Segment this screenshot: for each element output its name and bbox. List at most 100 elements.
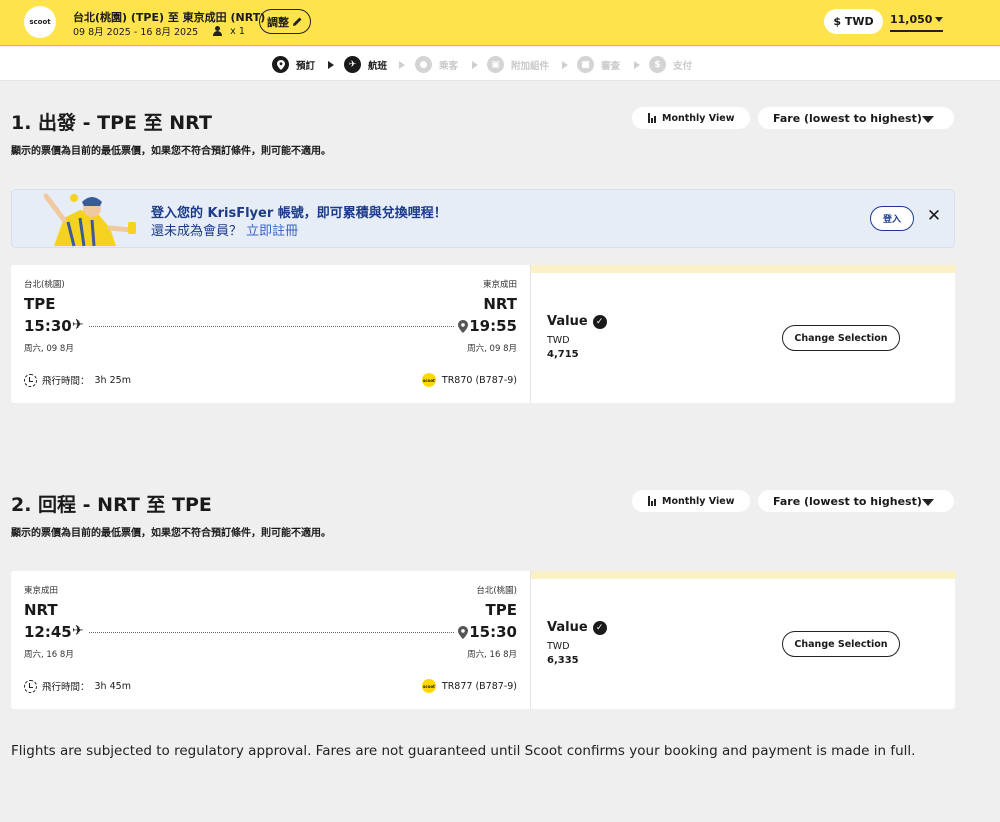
return-flight-card: 東京成田 台北(桃園) NRT TPE 12:45 15:30 ✈ 周六, 16… [11,571,956,709]
arrival-city: 東京成田 [482,280,517,290]
krisflyer-promo-text: 登入您的 KrisFlyer 帳號，即可累積與兌換哩程！ [151,206,447,221]
arrival-date: 周六, 09 8月 [467,344,517,354]
krisflyer-banner: 登入您的 KrisFlyer 帳號，即可累積與兌換哩程！ 還未成為會員？ 立即註… [11,189,955,248]
outbound-flight-card: 台北(桃園) 東京成田 TPE NRT 15:30 19:55 ✈ 周六, 09… [11,265,956,403]
step-arrow-icon [328,61,334,69]
pencil-icon [293,17,302,26]
total-price-dropdown[interactable]: 11,050 [890,13,943,32]
departure-city: 台北(桃園) [24,280,65,290]
fare-type: Value ✓ [547,620,607,635]
bar-chart-icon [648,113,656,123]
bar-chart-icon [648,496,656,506]
fare-sort-dropdown[interactable]: Fare (lowest to highest) [758,490,954,512]
departure-time: 15:30 [24,317,72,335]
clock-icon [24,679,37,693]
fare-strip [531,571,956,579]
check-circle-icon: ✓ [592,314,607,329]
plane-icon: ✈ [72,317,84,333]
departure-date: 周六, 09 8月 [24,344,74,354]
change-selection-button[interactable]: Change Selection [782,631,900,657]
flight-number-text: TR877 (B787-9) [441,680,517,692]
flight-duration: 飛行時間： 3h 25m [24,373,131,387]
fare-currency: TWD [547,641,570,652]
adjust-button[interactable]: 調整 [259,9,311,34]
route-line [89,632,454,633]
step-label: 附加組件 [511,60,550,72]
fare-sort-dropdown[interactable]: Fare (lowest to highest) [758,107,954,129]
flight-duration: 飛行時間： 3h 45m [24,679,131,693]
flight-details: 台北(桃園) 東京成田 TPE NRT 15:30 19:55 ✈ 周六, 09… [11,265,530,403]
departure-code: NRT [24,601,58,619]
change-selection-button[interactable]: Change Selection [782,325,900,351]
trip-dates: 09 8月 2025 - 16 8月 2025 [73,27,199,38]
return-title: 2. 回程 - NRT 至 TPE [11,494,212,516]
arrival-city: 台北(桃園) [476,586,517,596]
chevron-down-icon [922,498,934,506]
step-label: 支付 [673,60,693,72]
destination-pin-icon [458,320,468,333]
return-fare-note: 顯示的票價為目前的最低票價，如果您不符合預訂條件，則可能不適用。 [11,528,331,539]
fare-type: Value ✓ [547,314,607,329]
passenger-count: x 1 [230,25,245,37]
flight-number: scoot TR870 (B787-9) [421,373,517,387]
login-button[interactable]: 登入 [870,206,914,231]
chevron-down-icon [935,17,943,22]
departure-code: TPE [24,295,56,313]
monthly-view-button[interactable]: Monthly View [632,107,751,129]
arrival-time: 15:30 [469,623,517,641]
step-flights[interactable]: ✈ 航班 [344,56,387,73]
flight-number: scoot TR877 (B787-9) [421,679,517,693]
fare-panel: Value ✓ TWD 6,335 Change Selection [530,571,956,709]
total-price: 11,050 [890,13,933,26]
dollar-icon: $ [649,56,666,73]
destination-pin-icon [458,626,468,639]
close-icon[interactable]: ✕ [926,206,942,226]
monthly-view-label: Monthly View [662,112,735,124]
step-passengers: ● 乘客 [415,56,458,73]
arrival-code: TPE [485,601,517,619]
plane-icon: ✈ [72,623,84,639]
step-addons: ▣ 附加組件 [487,56,549,73]
flight-details: 東京成田 台北(桃園) NRT TPE 12:45 15:30 ✈ 周六, 16… [11,571,530,709]
trip-summary: 09 8月 2025 - 16 8月 2025 x 1 [73,24,245,39]
step-label: 審查 [601,60,621,72]
scoot-logo[interactable]: scoot [24,6,56,38]
currency-selector[interactable]: $ TWD [824,9,883,34]
departure-city: 東京成田 [24,586,59,596]
fare-currency: TWD [547,335,570,346]
person-icon [212,26,224,36]
arrival-code: NRT [483,295,517,313]
booking-steps: 預訂 ✈ 航班 ● 乘客 ▣ 附加組件 ■ 審查 $ 支付 [0,47,1000,81]
step-label: 航班 [368,60,388,72]
outbound-fare-note: 顯示的票價為目前的最低票價，如果您不符合預訂條件，則可能不適用。 [11,146,331,157]
outbound-title: 1. 出發 - TPE 至 NRT [11,112,212,134]
arrival-date: 周六, 16 8月 [467,650,517,660]
chevron-down-icon [922,115,934,123]
monthly-view-button[interactable]: Monthly View [632,490,751,512]
fare-panel: Value ✓ TWD 4,715 Change Selection [530,265,956,403]
mascot-illustration [43,193,136,247]
duration-label: 飛行時間： [42,376,90,387]
departure-date: 周六, 16 8月 [24,650,74,660]
membership-question: 還未成為會員？ [151,224,243,239]
monthly-view-label: Monthly View [662,495,735,507]
membership-prompt: 還未成為會員？ 立即註冊 [151,220,298,239]
register-link[interactable]: 立即註冊 [246,224,298,239]
airline-logo-icon: scoot [421,373,436,387]
step-arrow-icon [562,61,568,69]
arrival-time: 19:55 [469,317,517,335]
adjust-label: 調整 [267,15,289,29]
people-icon: ● [415,56,432,73]
step-booking[interactable]: 預訂 [272,56,315,73]
route-title: 台北(桃園) (TPE) 至 東京成田 (NRT) [73,11,266,24]
duration-value: 3h 45m [94,680,131,692]
fare-sort-label: Fare (lowest to highest) [773,111,922,125]
plane-icon: ✈ [344,56,361,73]
fare-type-name: Value [547,314,588,329]
pin-icon [272,56,289,73]
step-arrow-icon [634,61,640,69]
fare-sort-label: Fare (lowest to highest) [773,494,922,508]
duration-value: 3h 25m [94,374,131,386]
step-arrow-icon [472,61,478,69]
fare-strip [531,265,956,273]
